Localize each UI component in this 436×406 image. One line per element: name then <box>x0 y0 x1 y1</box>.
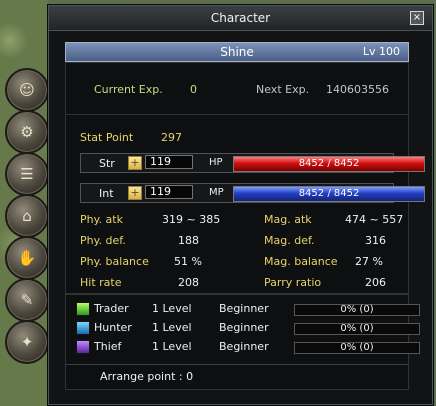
hunter-level: 1 Level <box>152 321 192 334</box>
thief-row: Thief 1 Level Beginner 0% (0) <box>76 339 420 357</box>
thief-level: 1 Level <box>152 340 192 353</box>
phy-def-value: 188 <box>178 234 199 247</box>
hp-bar-text: 8452 / 8452 <box>298 158 360 169</box>
trader-progress-text: 0% (0) <box>340 304 374 315</box>
hp-label: HP <box>209 157 223 168</box>
thief-rank: Beginner <box>219 340 269 353</box>
mag-def-label: Mag. def. <box>264 234 315 247</box>
character-name-bar: Shine Lv 100 <box>65 42 409 62</box>
str-value: 119 <box>145 155 193 169</box>
arrange-point-label: Arrange point : 0 <box>100 370 194 383</box>
hunter-progress-text: 0% (0) <box>340 323 374 334</box>
thief-icon <box>76 340 90 354</box>
hp-bar: 8452 / 8452 <box>233 156 425 172</box>
experience-panel: Current Exp. 0 Next Exp. 140603556 <box>65 62 409 116</box>
str-row: Str + 119 HP 8452 / 8452 <box>80 153 425 173</box>
book-tab-icon[interactable]: ☰ <box>5 152 49 196</box>
hunter-icon <box>76 321 90 335</box>
mp-bar: 8452 / 8452 <box>233 186 425 202</box>
window-titlebar: Character × <box>49 6 432 31</box>
hit-rate-value: 208 <box>178 276 199 289</box>
current-exp-label: Current Exp. <box>94 83 163 96</box>
phy-balance-value: 51 % <box>174 255 202 268</box>
trader-rank: Beginner <box>219 302 269 315</box>
stat-point-label: Stat Point <box>80 131 134 144</box>
close-icon[interactable]: × <box>410 11 424 25</box>
stat-point-value: 297 <box>161 131 182 144</box>
mag-atk-value: 474 ~ 557 <box>345 213 404 226</box>
plus-icon[interactable]: + <box>128 186 142 200</box>
gear-tab-icon[interactable]: ⚙ <box>5 110 49 154</box>
trader-row: Trader 1 Level Beginner 0% (0) <box>76 301 420 319</box>
handshake-tab-icon[interactable]: ✋ <box>5 236 49 280</box>
hunter-rank: Beginner <box>219 321 269 334</box>
phy-balance-label: Phy. balance <box>80 255 149 268</box>
character-name: Shine <box>220 45 254 59</box>
arrange-point-panel: Arrange point : 0 <box>65 364 409 390</box>
plus-icon[interactable]: + <box>128 156 142 170</box>
character-window: Character × Shine Lv 100 Current Exp. 0 … <box>48 5 433 405</box>
boot-tab-icon[interactable]: ⌂ <box>5 194 49 238</box>
next-exp-label: Next Exp. <box>256 83 310 96</box>
thief-name: Thief <box>94 340 122 353</box>
parry-ratio-label: Parry ratio <box>264 276 322 289</box>
hunter-row: Hunter 1 Level Beginner 0% (0) <box>76 320 420 338</box>
hunter-name: Hunter <box>94 321 132 334</box>
side-tab-bar: ☺ ⚙ ☰ ⌂ ✋ ✎ ✦ <box>3 68 49 368</box>
character-level: Lv 100 <box>362 45 400 58</box>
str-label: Str <box>99 157 115 170</box>
int-value: 119 <box>145 185 193 199</box>
phy-atk-value: 319 ~ 385 <box>162 213 221 226</box>
class-progress-panel: Trader 1 Level Beginner 0% (0) Hunter 1 … <box>65 294 420 366</box>
window-title: Character <box>210 11 271 25</box>
mp-bar-text: 8452 / 8452 <box>298 188 360 199</box>
int-stat-box: Int + 119 MP 8452 / 8452 <box>80 183 425 203</box>
stats-panel: Stat Point 297 Str + 119 HP 8452 / 8452 … <box>65 114 425 294</box>
int-label: Int <box>99 187 114 200</box>
str-stat-box: Str + 119 HP 8452 / 8452 <box>80 153 425 173</box>
int-row: Int + 119 MP 8452 / 8452 <box>80 183 425 203</box>
scroll-tab-icon[interactable]: ✎ <box>5 278 49 322</box>
phy-atk-label: Phy. atk <box>80 213 123 226</box>
current-exp-value: 0 <box>190 83 197 96</box>
mp-label: MP <box>209 187 224 198</box>
character-tab-icon[interactable]: ☺ <box>5 68 49 112</box>
trader-icon <box>76 302 90 316</box>
trader-name: Trader <box>94 302 129 315</box>
next-exp-value: 140603556 <box>326 83 389 96</box>
trader-level: 1 Level <box>152 302 192 315</box>
mag-balance-label: Mag. balance <box>264 255 338 268</box>
thief-progress-bar: 0% (0) <box>294 342 420 354</box>
thief-progress-text: 0% (0) <box>340 342 374 353</box>
mag-def-value: 316 <box>365 234 386 247</box>
skill-tab-icon[interactable]: ✦ <box>5 320 49 364</box>
mag-balance-value: 27 % <box>355 255 383 268</box>
phy-def-label: Phy. def. <box>80 234 126 247</box>
hit-rate-label: Hit rate <box>80 276 122 289</box>
mag-atk-label: Mag. atk <box>264 213 312 226</box>
trader-progress-bar: 0% (0) <box>294 304 420 316</box>
parry-ratio-value: 206 <box>365 276 386 289</box>
hunter-progress-bar: 0% (0) <box>294 323 420 335</box>
